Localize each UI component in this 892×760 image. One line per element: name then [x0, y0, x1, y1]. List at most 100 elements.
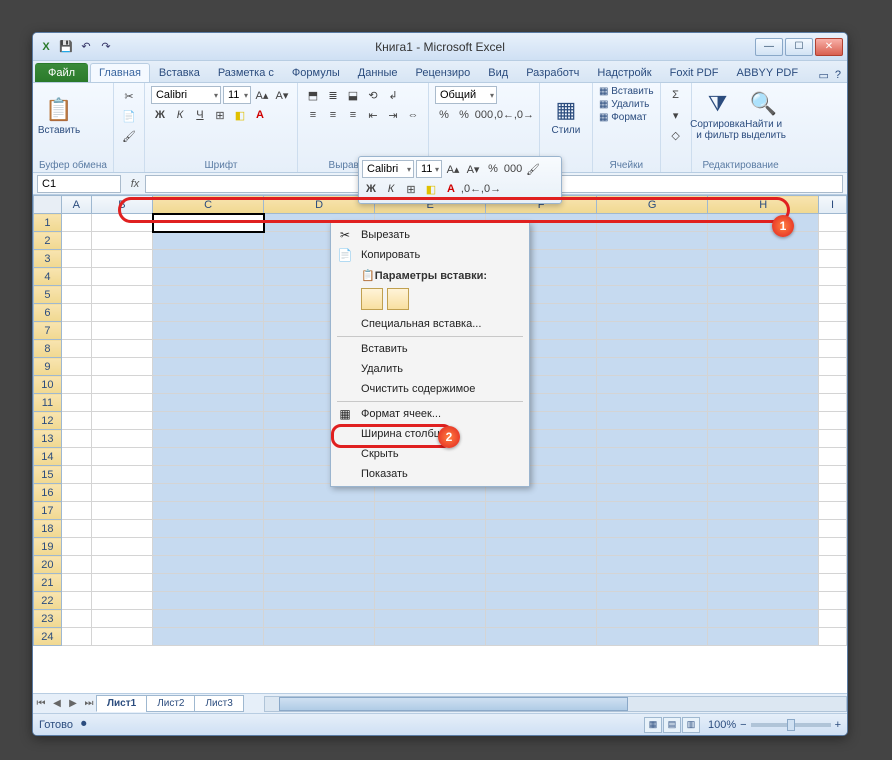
cell-I5[interactable]	[819, 286, 847, 304]
tab-review[interactable]: Рецензиро	[407, 63, 480, 82]
row-header-21[interactable]: 21	[34, 574, 62, 592]
cell-G17[interactable]	[597, 502, 708, 520]
row-header-23[interactable]: 23	[34, 610, 62, 628]
cell-G12[interactable]	[597, 412, 708, 430]
cell-H1[interactable]	[708, 214, 819, 232]
cell-A17[interactable]	[61, 502, 91, 520]
column-header-A[interactable]: A	[61, 196, 91, 214]
view-normal-button[interactable]: ▦	[644, 717, 662, 733]
cell-H24[interactable]	[708, 628, 819, 646]
cell-B16[interactable]	[91, 484, 152, 502]
cell-G21[interactable]	[597, 574, 708, 592]
cell-I17[interactable]	[819, 502, 847, 520]
tab-developer[interactable]: Разработч	[517, 63, 588, 82]
tab-formulas[interactable]: Формулы	[283, 63, 349, 82]
mini-shrink-button[interactable]: A▾	[464, 160, 482, 178]
row-header-24[interactable]: 24	[34, 628, 62, 646]
cell-E21[interactable]	[375, 574, 486, 592]
cell-E24[interactable]	[375, 628, 486, 646]
sort-filter-button[interactable]: ⧩ Сортировка и фильтр	[698, 86, 738, 146]
view-pagebreak-button[interactable]: ▥	[682, 717, 700, 733]
sheet-tab-3[interactable]: Лист3	[194, 695, 243, 712]
cell-C3[interactable]	[153, 250, 264, 268]
cell-E18[interactable]	[375, 520, 486, 538]
cell-H2[interactable]	[708, 232, 819, 250]
ctx-hide[interactable]: Скрыть	[333, 444, 527, 464]
wrap-text-button[interactable]: ↲	[384, 86, 402, 104]
mini-grow-button[interactable]: A▴	[444, 160, 462, 178]
cell-C18[interactable]	[153, 520, 264, 538]
row-header-11[interactable]: 11	[34, 394, 62, 412]
mini-border-button[interactable]: ⊞	[402, 180, 420, 198]
cell-E20[interactable]	[375, 556, 486, 574]
cell-C15[interactable]	[153, 466, 264, 484]
cell-C17[interactable]	[153, 502, 264, 520]
tab-pagelayout[interactable]: Разметка с	[209, 63, 283, 82]
cell-B3[interactable]	[91, 250, 152, 268]
italic-button[interactable]: К	[171, 106, 189, 124]
cell-G20[interactable]	[597, 556, 708, 574]
align-left-button[interactable]: ≡	[304, 106, 322, 124]
mini-font-combo[interactable]: Calibri	[362, 160, 414, 178]
cell-C20[interactable]	[153, 556, 264, 574]
cell-B1[interactable]	[91, 214, 152, 232]
mini-dec-dec-button[interactable]: ,0→	[482, 180, 500, 198]
cell-F18[interactable]	[486, 520, 597, 538]
sheet-nav-prev[interactable]: ◀	[49, 698, 65, 709]
cell-B9[interactable]	[91, 358, 152, 376]
number-format-combo[interactable]: Общий	[435, 86, 497, 104]
row-header-10[interactable]: 10	[34, 376, 62, 394]
cell-H5[interactable]	[708, 286, 819, 304]
cell-G6[interactable]	[597, 304, 708, 322]
cell-A7[interactable]	[61, 322, 91, 340]
select-all-corner[interactable]	[34, 196, 62, 214]
cell-C2[interactable]	[153, 232, 264, 250]
cell-B14[interactable]	[91, 448, 152, 466]
mini-bold-button[interactable]: Ж	[362, 180, 380, 198]
cell-H19[interactable]	[708, 538, 819, 556]
cell-B5[interactable]	[91, 286, 152, 304]
mini-italic-button[interactable]: К	[382, 180, 400, 198]
clear-button[interactable]: ◇	[667, 126, 685, 144]
cell-D20[interactable]	[264, 556, 375, 574]
cell-A23[interactable]	[61, 610, 91, 628]
font-color-button[interactable]: A	[251, 106, 269, 124]
cell-I13[interactable]	[819, 430, 847, 448]
cell-C6[interactable]	[153, 304, 264, 322]
mini-brush-button[interactable]: 🖌	[524, 160, 542, 178]
cell-G5[interactable]	[597, 286, 708, 304]
row-header-15[interactable]: 15	[34, 466, 62, 484]
cell-C13[interactable]	[153, 430, 264, 448]
column-header-C[interactable]: C	[153, 196, 264, 214]
decrease-decimal-button[interactable]: ,0→	[515, 106, 533, 124]
cell-G9[interactable]	[597, 358, 708, 376]
cell-A19[interactable]	[61, 538, 91, 556]
align-center-button[interactable]: ≡	[324, 106, 342, 124]
cell-G10[interactable]	[597, 376, 708, 394]
name-box[interactable]: C1	[37, 175, 121, 193]
cell-F17[interactable]	[486, 502, 597, 520]
delete-cells-button[interactable]: ▦ Удалить	[599, 99, 649, 110]
cell-E22[interactable]	[375, 592, 486, 610]
maximize-button[interactable]: ☐	[785, 38, 813, 56]
orientation-button[interactable]: ⟲	[364, 86, 382, 104]
cell-I24[interactable]	[819, 628, 847, 646]
cell-E17[interactable]	[375, 502, 486, 520]
cell-B13[interactable]	[91, 430, 152, 448]
mini-color-button[interactable]: A	[442, 180, 460, 198]
cell-G8[interactable]	[597, 340, 708, 358]
cell-A13[interactable]	[61, 430, 91, 448]
sheet-nav-first[interactable]: ⏮	[33, 698, 49, 709]
cell-A1[interactable]	[61, 214, 91, 232]
align-top-button[interactable]: ⬒	[304, 86, 322, 104]
cell-I19[interactable]	[819, 538, 847, 556]
cell-H21[interactable]	[708, 574, 819, 592]
row-header-17[interactable]: 17	[34, 502, 62, 520]
row-header-5[interactable]: 5	[34, 286, 62, 304]
tab-home[interactable]: Главная	[90, 63, 150, 82]
cell-A20[interactable]	[61, 556, 91, 574]
cell-I14[interactable]	[819, 448, 847, 466]
cell-B10[interactable]	[91, 376, 152, 394]
sheet-tab-2[interactable]: Лист2	[146, 695, 195, 712]
cell-E23[interactable]	[375, 610, 486, 628]
